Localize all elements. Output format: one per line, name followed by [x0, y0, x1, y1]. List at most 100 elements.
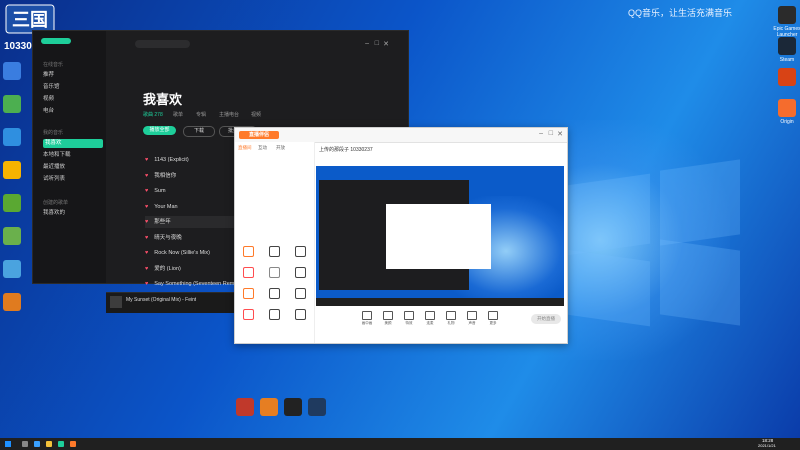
- live-tool[interactable]: 声音: [464, 311, 480, 326]
- clock-date[interactable]: 2021/1/21: [758, 443, 776, 448]
- desktop-icon[interactable]: [0, 95, 29, 131]
- sidebar-item-recent[interactable]: 最近播放: [43, 163, 101, 172]
- live-left-panel: 直播间 互动 开放: [235, 142, 315, 343]
- live-feature-icon[interactable]: [267, 246, 281, 264]
- search-input[interactable]: [135, 40, 190, 48]
- live-stream-window[interactable]: 直播伴侣 ✕ □ – 直播间 互动 开放 上传的那段子 10330237 画中画…: [234, 127, 568, 344]
- tool-icon: [425, 311, 435, 320]
- start-icon[interactable]: [5, 441, 11, 447]
- live-feature-icon[interactable]: [293, 309, 307, 327]
- heart-icon[interactable]: ♥: [145, 219, 148, 225]
- maximize-icon[interactable]: □: [549, 130, 553, 137]
- live-tool[interactable]: 特效: [401, 311, 417, 326]
- tab-playlists[interactable]: 歌单: [173, 111, 183, 118]
- play-all-button[interactable]: 播放全部: [143, 126, 176, 135]
- close-icon[interactable]: ✕: [557, 130, 563, 138]
- live-feature-icon[interactable]: [267, 267, 281, 285]
- live-feature-icon[interactable]: [267, 288, 281, 306]
- window-controls[interactable]: ✕ □ –: [289, 40, 389, 48]
- close-icon[interactable]: ✕: [383, 40, 389, 48]
- desktop-icon[interactable]: [0, 128, 29, 164]
- heart-icon[interactable]: ♥: [145, 235, 148, 241]
- feature-glyph: [242, 288, 254, 299]
- live-logo: 直播伴侣: [239, 131, 279, 139]
- sidebar-item-trial[interactable]: 试听列表: [43, 175, 101, 184]
- album-cover: [110, 296, 122, 308]
- tab-open[interactable]: 开放: [276, 145, 285, 151]
- heart-icon[interactable]: ♥: [145, 188, 148, 194]
- edge-icon[interactable]: [34, 441, 40, 447]
- desktop-icon[interactable]: [0, 293, 29, 329]
- heart-icon[interactable]: ♥: [145, 204, 148, 210]
- tool-icon: [446, 311, 456, 320]
- live-feature-icon[interactable]: [241, 309, 255, 327]
- live-tool[interactable]: 更多: [485, 311, 501, 326]
- heart-icon[interactable]: ♥: [145, 266, 148, 272]
- app-icon: [778, 6, 796, 24]
- song-title: 那些年: [154, 219, 171, 225]
- sidebar-item-playlist[interactable]: 我喜欢的: [43, 209, 101, 218]
- desktop-icon[interactable]: [0, 260, 29, 296]
- app-icon: [3, 227, 21, 245]
- tab-radio[interactable]: 主播电台: [219, 111, 239, 118]
- feature-glyph: [242, 267, 254, 278]
- desktop-icon[interactable]: [0, 62, 29, 98]
- live-app-icon[interactable]: [70, 441, 76, 447]
- live-tool[interactable]: 连麦: [422, 311, 438, 326]
- stream-preview: [316, 166, 564, 306]
- maximize-icon[interactable]: □: [375, 40, 379, 47]
- live-feature-icon[interactable]: [293, 288, 307, 306]
- desktop-icon[interactable]: [0, 227, 29, 263]
- live-feature-icon[interactable]: [293, 246, 307, 264]
- sidebar-item-video[interactable]: 视频: [43, 95, 101, 104]
- feature-glyph: [268, 288, 280, 299]
- desktop-icon[interactable]: [0, 194, 29, 230]
- folder-icon[interactable]: [46, 441, 52, 447]
- app-icon: [778, 99, 796, 117]
- sidebar-item-recommend[interactable]: 推荐: [43, 71, 101, 80]
- live-feature-icon[interactable]: [241, 288, 255, 306]
- start-live-button[interactable]: 开始直播: [531, 314, 561, 324]
- wallpaper-pane: [660, 159, 740, 246]
- sidebar-item-favorites[interactable]: 我喜欢: [43, 139, 103, 148]
- desktop-icon[interactable]: [300, 398, 334, 434]
- tool-icon: [404, 311, 414, 320]
- qq-music-icon[interactable]: [58, 441, 64, 447]
- app-icon: [308, 398, 326, 416]
- svg-text:三国: 三国: [12, 10, 48, 30]
- desktop-icon[interactable]: Origin: [770, 99, 800, 135]
- feature-glyph: [294, 246, 306, 257]
- live-tool[interactable]: 美颜: [380, 311, 396, 326]
- tab-albums[interactable]: 专辑: [196, 111, 206, 118]
- live-feature-icon[interactable]: [241, 246, 255, 264]
- song-title: 我相信你: [154, 172, 177, 179]
- sidebar-item-music-hall[interactable]: 音乐馆: [43, 83, 101, 92]
- search-icon[interactable]: [22, 441, 28, 447]
- minimize-icon[interactable]: –: [365, 40, 369, 47]
- live-feature-icon[interactable]: [241, 267, 255, 285]
- live-tool[interactable]: 画中画: [359, 311, 375, 326]
- desktop-icon[interactable]: [0, 161, 29, 197]
- heart-icon[interactable]: ♥: [145, 281, 148, 287]
- sidebar-item-local[interactable]: 本地和下载: [43, 151, 101, 160]
- feature-glyph: [242, 309, 254, 320]
- tab-interact[interactable]: 互动: [258, 145, 267, 151]
- wallpaper-pane: [560, 248, 650, 327]
- app-icon: [3, 62, 21, 80]
- tab-videos[interactable]: 视频: [251, 111, 261, 118]
- tab-room[interactable]: 直播间: [238, 145, 252, 151]
- heart-icon[interactable]: ♥: [145, 173, 148, 179]
- app-icon: [3, 161, 21, 179]
- taskbar: 18:28 2021/1/21: [0, 438, 800, 450]
- sidebar-item-radio[interactable]: 电台: [43, 107, 101, 116]
- heart-icon[interactable]: ♥: [145, 250, 148, 256]
- live-feature-icon[interactable]: [267, 309, 281, 327]
- live-feature-icon[interactable]: [293, 267, 307, 285]
- tab-songs[interactable]: 歌曲 278: [143, 111, 163, 118]
- heart-icon[interactable]: ♥: [145, 157, 148, 163]
- live-tool[interactable]: 礼物: [443, 311, 459, 326]
- desktop-icon-label: Origin: [780, 119, 794, 125]
- download-button[interactable]: 下载: [183, 126, 215, 137]
- minimize-icon[interactable]: –: [539, 130, 543, 137]
- app-icon: [778, 68, 796, 86]
